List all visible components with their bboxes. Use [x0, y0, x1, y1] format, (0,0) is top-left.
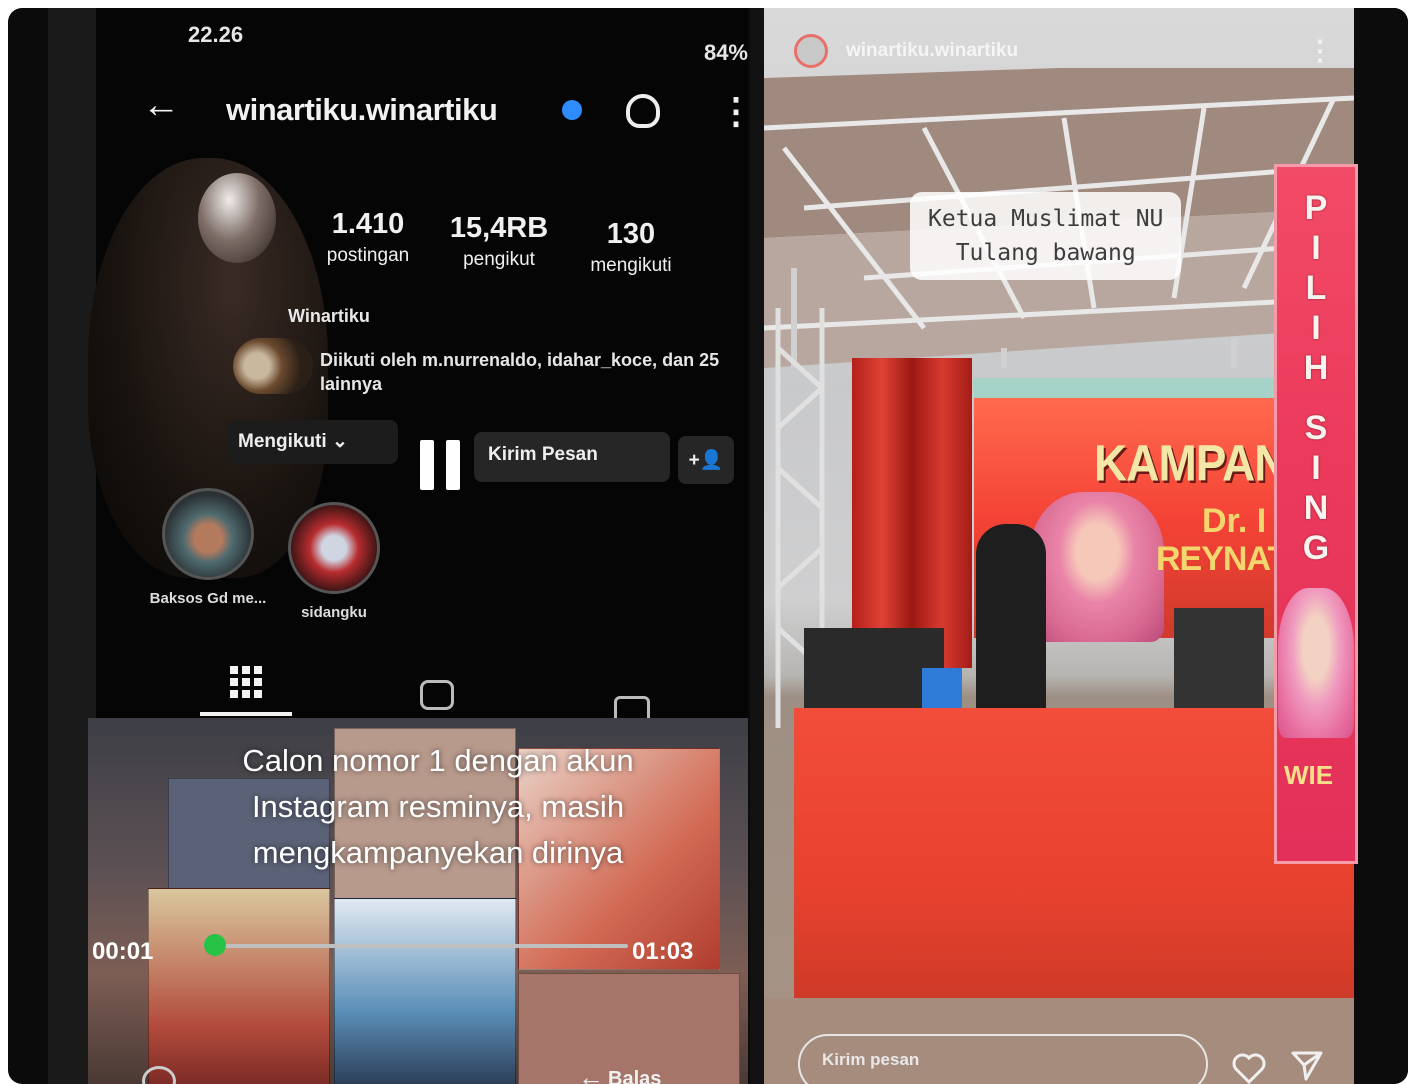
speaker-person: [976, 524, 1046, 724]
mutual-followers-avatars[interactable]: [233, 338, 313, 394]
caption-line: Tulang bawang: [955, 240, 1136, 266]
banner-letter: I: [1311, 449, 1321, 487]
followed-by-text[interactable]: Diikuti oleh m.nurrenaldo, idahar_koce, …: [320, 348, 740, 396]
stat-posts-label: postingan: [326, 245, 410, 266]
stat-posts-value: 1.410: [331, 208, 405, 240]
heart-icon[interactable]: [1232, 1052, 1266, 1084]
video-progress-thumb[interactable]: [203, 934, 226, 956]
post-thumbnail[interactable]: [334, 898, 516, 1084]
stat-followers-label: pengikut: [463, 249, 535, 270]
battery-level: 84%: [703, 40, 748, 65]
bell-icon[interactable]: [626, 94, 660, 128]
stat-following-value: 130: [606, 218, 656, 250]
story-text-sticker: Ketua Muslimat NU Tulang bawang: [910, 192, 1182, 280]
side-banner-text: P I L I H S I N G: [1296, 188, 1336, 568]
highlight-label: Baksos Gd me...: [149, 590, 267, 607]
pause-icon[interactable]: [418, 440, 468, 490]
highlight-thumbnail: [288, 502, 380, 594]
video-total-time: 01:03: [632, 938, 694, 965]
status-bar: 22.26 84%: [188, 18, 748, 65]
story-username[interactable]: winartiku.winartiku: [846, 40, 1018, 62]
stat-following-label: mengikuti: [590, 255, 672, 276]
stat-followers-value: 15,4RB: [449, 212, 549, 244]
side-banner-name: WIE: [1284, 760, 1334, 790]
send-message-button[interactable]: Kirim Pesan: [474, 432, 670, 482]
left-phone-screen: 22.26 84% ← winartiku.winartiku ⋮ 1.410 …: [48, 8, 748, 1084]
banner-letter: H: [1303, 349, 1329, 387]
banner-letter: I: [1311, 229, 1321, 267]
video-current-time: 00:01: [92, 938, 154, 965]
profile-username: winartiku.winartiku: [226, 92, 498, 127]
caption-line: Calon nomor 1 dengan akun: [242, 743, 634, 778]
banner-letter: G: [1302, 529, 1330, 567]
banner-gap: [1296, 388, 1336, 408]
reply-button[interactable]: Balas: [608, 1068, 661, 1084]
stage-banner-line1: Dr. I: [1202, 502, 1267, 540]
highlight-thumbnail: [162, 488, 254, 580]
stat-followers[interactable]: 15,4RB pengikut: [444, 212, 554, 271]
video-caption: Calon nomor 1 dengan akun Instagram resm…: [138, 738, 738, 876]
highlight-baksos[interactable]: Baksos Gd me...: [138, 488, 278, 607]
stage-object: [922, 668, 962, 708]
video-progress-bar[interactable]: [203, 934, 628, 956]
stat-following[interactable]: 130 mengikuti: [576, 218, 686, 277]
reply-icon[interactable]: ←: [578, 1062, 604, 1084]
active-tab-indicator: [200, 712, 292, 716]
status-time: 22.26: [188, 22, 244, 47]
reels-icon[interactable]: [420, 680, 454, 710]
banner-letter: I: [1311, 309, 1321, 347]
phone-divider: [750, 8, 764, 1084]
more-icon[interactable]: ⋮: [718, 90, 748, 132]
highlight-label: sidangku: [301, 604, 367, 621]
more-icon[interactable]: ⋮: [1306, 34, 1334, 67]
following-button[interactable]: Mengikuti ⌄: [228, 420, 398, 464]
banner-letter: N: [1303, 489, 1329, 527]
banner-letter: L: [1305, 269, 1327, 307]
profile-header: ← winartiku.winartiku ⋮: [138, 84, 748, 136]
grid-icon[interactable]: [230, 666, 262, 698]
banner-letter: P: [1304, 189, 1328, 227]
caption-line: mengkampanyekan dirinya: [252, 835, 624, 870]
stage-curtain: [852, 358, 972, 668]
screenshot-frame: 22.26 84% ← winartiku.winartiku ⋮ 1.410 …: [8, 8, 1408, 1084]
highlight-sidangku[interactable]: sidangku: [274, 502, 394, 621]
verified-icon: [562, 100, 582, 120]
banner-letter: S: [1304, 409, 1328, 447]
caption-line: Ketua Muslimat NU: [928, 206, 1164, 232]
stat-posts[interactable]: 1.410 postingan: [318, 208, 418, 267]
add-user-button[interactable]: +👤: [678, 436, 734, 484]
stage-skirt: [794, 708, 1354, 998]
right-phone-screen: KAMPANY Dr. I REYNATI P I L I H S I N G: [764, 8, 1408, 1084]
story-view: KAMPANY Dr. I REYNATI P I L I H S I N G: [764, 8, 1358, 1084]
story-reply-input[interactable]: Kirim pesan: [798, 1034, 1208, 1084]
candidate-portrait: [1030, 492, 1164, 642]
back-icon[interactable]: ←: [142, 84, 180, 127]
display-name: Winartiku: [288, 306, 370, 326]
banner-portrait: [1278, 588, 1354, 738]
avatar[interactable]: [794, 34, 828, 68]
send-icon[interactable]: [1290, 1048, 1324, 1082]
caption-line: Instagram resminya, masih: [251, 789, 625, 824]
post-thumbnail[interactable]: [148, 888, 330, 1084]
finger-nail: [198, 173, 276, 263]
story-header: winartiku.winartiku ⋮: [794, 34, 1334, 74]
speaker-box: [1174, 608, 1264, 718]
